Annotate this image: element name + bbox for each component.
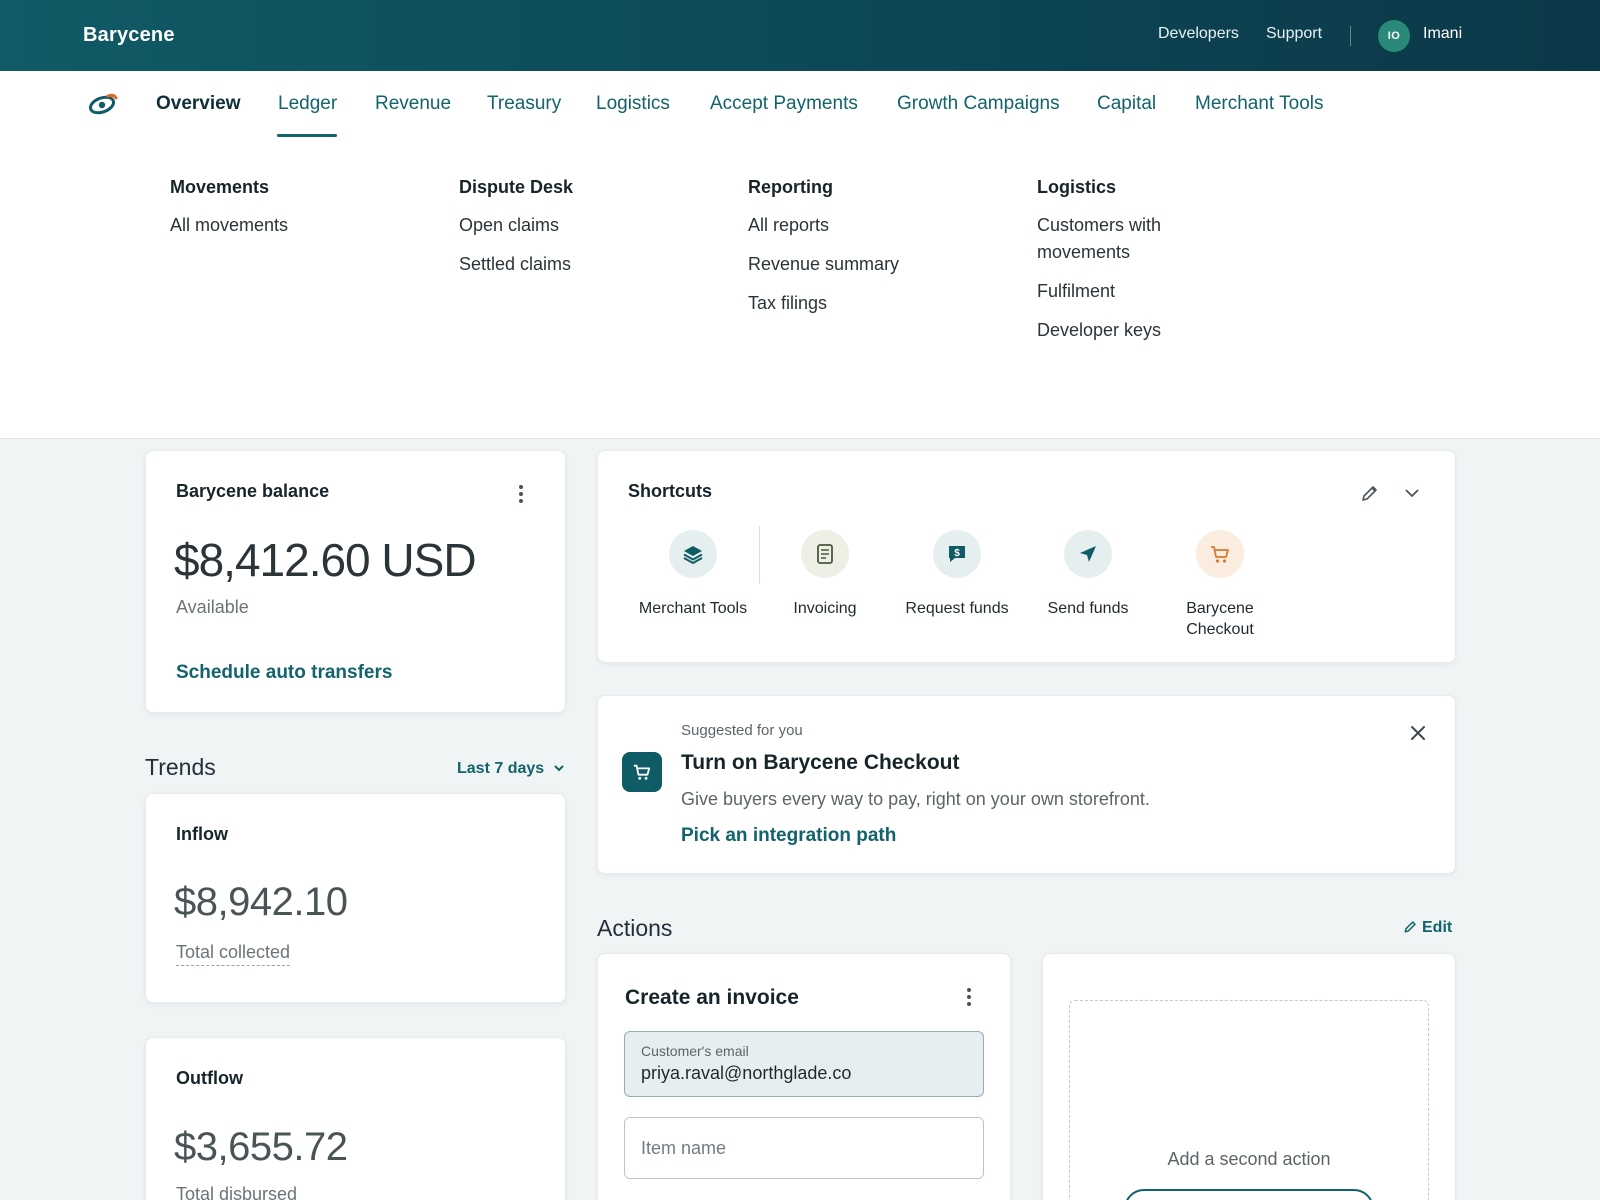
developers-link[interactable]: Developers	[1158, 25, 1239, 43]
document-icon	[801, 530, 849, 578]
edit-label: Edit	[1422, 919, 1453, 936]
menu-item-revenue-summary[interactable]: Revenue summary	[748, 251, 1018, 278]
customer-email-label: Customer's email	[641, 1043, 749, 1059]
suggestion-eyebrow: Suggested for you	[681, 722, 803, 739]
tab-ledger[interactable]: Ledger	[278, 93, 337, 115]
item-name-field[interactable]	[624, 1117, 984, 1179]
menu-item-all-movements[interactable]: All movements	[170, 212, 440, 239]
tab-growth-campaigns[interactable]: Growth Campaigns	[897, 93, 1060, 115]
menu-item-open-claims[interactable]: Open claims	[459, 212, 729, 239]
menu-item-settled-claims[interactable]: Settled claims	[459, 251, 729, 278]
shortcut-request-funds[interactable]: $ Request funds	[897, 530, 1017, 619]
trends-title: Trends	[145, 754, 216, 780]
inflow-amount: $8,942.10	[174, 880, 348, 924]
shortcut-label: Request funds	[905, 600, 1009, 617]
tab-accept-payments[interactable]: Accept Payments	[710, 93, 858, 115]
trends-range-select[interactable]: Last 7 days	[457, 760, 565, 778]
barycene-logo-icon[interactable]	[88, 92, 118, 121]
menu-item-fulfilment[interactable]: Fulfilment	[1037, 278, 1237, 305]
outflow-title: Outflow	[176, 1068, 243, 1088]
shortcut-label: Merchant Tools	[638, 600, 748, 617]
chevron-down-icon	[553, 765, 564, 772]
paper-plane-icon	[1064, 530, 1112, 578]
customer-email-field[interactable]: Customer's email priya.raval@northglade.…	[624, 1031, 984, 1097]
schedule-auto-transfers-link[interactable]: Schedule auto transfers	[176, 662, 392, 684]
avatar[interactable]: IO	[1378, 20, 1410, 52]
shortcut-merchant-tools[interactable]: Merchant Tools	[633, 530, 753, 619]
tab-overview[interactable]: Overview	[156, 93, 241, 115]
outflow-caption[interactable]: Total disbursed	[176, 1184, 297, 1200]
create-invoice-title: Create an invoice	[625, 986, 799, 1009]
balance-status: Available	[176, 597, 249, 617]
shortcut-send-funds[interactable]: Send funds	[1028, 530, 1148, 619]
user-name[interactable]: Imani	[1423, 25, 1462, 43]
active-tab-indicator	[277, 134, 337, 137]
menu-heading: Dispute Desk	[459, 177, 574, 197]
balance-amount: $8,412.60 USD	[174, 534, 477, 586]
customer-email-value: priya.raval@northglade.co	[641, 1063, 852, 1083]
inflow-caption[interactable]: Total collected	[176, 942, 291, 966]
shortcut-invoicing[interactable]: Invoicing	[765, 530, 885, 619]
top-divider	[1350, 26, 1351, 46]
balance-card: Barycene balance $8,412.60 USD Available…	[145, 450, 566, 713]
actions-edit-button[interactable]: Edit	[1403, 919, 1452, 937]
add-second-action-button[interactable]	[1124, 1189, 1374, 1200]
actions-title: Actions	[597, 915, 673, 941]
balance-title: Barycene balance	[176, 481, 330, 501]
menu-item-tax-filings[interactable]: Tax filings	[748, 290, 1018, 317]
tab-capital[interactable]: Capital	[1097, 93, 1156, 115]
layers-icon	[669, 530, 717, 578]
inflow-title: Inflow	[176, 824, 228, 844]
suggestion-title: Turn on Barycene Checkout	[681, 751, 960, 774]
item-name-input[interactable]	[641, 1138, 971, 1159]
outflow-card: Outflow $3,655.72 Total disbursed	[145, 1037, 566, 1200]
shortcut-label: Send funds	[1047, 600, 1129, 617]
shortcut-label: Invoicing	[793, 600, 857, 617]
mega-menu: Overview Ledger Revenue Treasury Logisti…	[0, 71, 1600, 439]
shortcut-barycene-checkout[interactable]: Barycene Checkout	[1160, 530, 1280, 640]
close-icon[interactable]	[1409, 724, 1427, 742]
menu-heading: Logistics	[1037, 177, 1117, 197]
chevron-down-icon[interactable]	[1403, 486, 1421, 500]
menu-column-dispute-desk: Dispute Desk Open claims Settled claims	[459, 177, 729, 290]
menu-item-all-reports[interactable]: All reports	[748, 212, 1018, 239]
pencil-icon	[1404, 921, 1416, 933]
menu-heading: Reporting	[748, 177, 833, 197]
money-request-icon: $	[933, 530, 981, 578]
outflow-amount: $3,655.72	[174, 1125, 348, 1169]
tab-merchant-tools[interactable]: Merchant Tools	[1195, 93, 1324, 115]
pick-integration-path-link[interactable]: Pick an integration path	[681, 825, 896, 847]
shortcut-separator	[759, 526, 760, 584]
pencil-icon[interactable]	[1360, 483, 1380, 503]
menu-column-reporting: Reporting All reports Revenue summary Ta…	[748, 177, 1018, 329]
suggestion-card: Suggested for you Turn on Barycene Check…	[597, 695, 1456, 874]
top-bar: Barycene Developers Support IO Imani	[0, 0, 1600, 71]
tab-treasury[interactable]: Treasury	[487, 93, 561, 115]
shortcuts-title: Shortcuts	[628, 481, 713, 501]
tab-logistics[interactable]: Logistics	[596, 93, 670, 115]
inflow-card: Inflow $8,942.10 Total collected	[145, 793, 566, 1003]
menu-heading: Movements	[170, 177, 270, 197]
checkout-cart-icon	[622, 752, 662, 792]
brand-name[interactable]: Barycene	[83, 24, 175, 47]
second-action-label: Add a second action	[1167, 1149, 1331, 1169]
invoice-more-icon[interactable]	[960, 986, 978, 1008]
shortcut-label: Barycene Checkout	[1186, 600, 1254, 638]
tab-revenue[interactable]: Revenue	[375, 93, 451, 115]
menu-item-developer-keys[interactable]: Developer keys	[1037, 317, 1237, 344]
second-action-placeholder[interactable]: Add a second action	[1069, 1000, 1429, 1200]
trends-range-label: Last 7 days	[457, 760, 545, 777]
menu-column-movements: Movements All movements	[170, 177, 440, 251]
cart-icon	[1196, 530, 1244, 578]
support-link[interactable]: Support	[1266, 25, 1322, 43]
menu-item-customers-with-movements[interactable]: Customers with movements	[1037, 212, 1237, 266]
balance-more-icon[interactable]	[512, 483, 530, 505]
suggestion-body: Give buyers every way to pay, right on y…	[681, 789, 1150, 809]
svg-text:$: $	[954, 548, 960, 559]
menu-column-logistics: Logistics Customers with movements Fulfi…	[1037, 177, 1237, 356]
